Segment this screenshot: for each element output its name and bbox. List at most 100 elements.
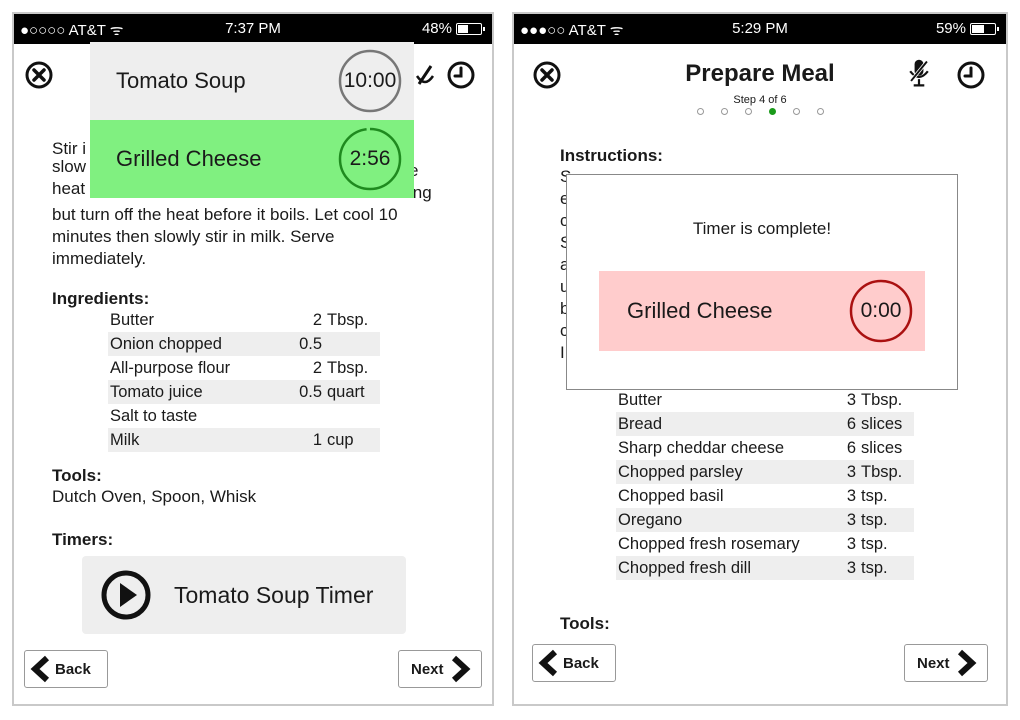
step-dot	[768, 108, 776, 115]
timer-time: 2:56	[349, 147, 391, 170]
ingredient-unit: Tbsp.	[861, 462, 903, 481]
ingredient-qty: 0.5	[299, 334, 322, 353]
ingredient-name: Chopped fresh dill	[618, 558, 751, 577]
timer-name: Grilled Cheese	[627, 298, 773, 323]
timer-name: Tomato Soup	[116, 68, 246, 93]
next-label: Next	[917, 654, 950, 672]
ingredient-unit: cup	[327, 430, 354, 449]
ingredient-unit: slices	[861, 414, 903, 433]
ingredients-table: Butter 2 Tbsp. Onion chopped 0.5 All-purpose …	[108, 308, 380, 452]
chevron-left-icon	[30, 655, 50, 683]
ingredient-row: Chopped basil 3 tsp.	[616, 484, 914, 508]
tools-heading: Tools:	[52, 466, 102, 485]
timer-time: 0:00	[860, 299, 902, 322]
timer-countdown-ring: 2:56	[338, 127, 402, 191]
timer-complete-dialog: Timer is complete! Grilled Cheese 0:00	[566, 174, 958, 390]
instructions-partial-left: Stir i slow heat	[52, 139, 87, 198]
close-circle-icon[interactable]	[24, 60, 54, 90]
clock-time: 5:29 PM	[732, 20, 788, 37]
status-bar: ●●●○○ AT&T ᯤ 5:29 PM 59%	[514, 14, 1006, 44]
ingredient-qty: 6	[846, 414, 856, 433]
back-label: Back	[55, 660, 91, 678]
ingredient-qty: 0.5	[299, 382, 322, 401]
back-button[interactable]: Back	[24, 650, 108, 688]
ingredient-name: Milk	[110, 430, 140, 449]
left-screen: ●○○○○ AT&T ᯤ 7:37 PM 48% Stir i slow hea…	[12, 12, 494, 706]
ingredient-row: Bread 6 slices	[616, 412, 914, 436]
timer-countdown-ring: 0:00	[849, 279, 913, 343]
right-screen: ●●●○○ AT&T ᯤ 5:29 PM 59% Prepare Meal St…	[512, 12, 1008, 706]
step-dot	[744, 108, 752, 115]
tools-heading: Tools:	[560, 614, 610, 633]
ingredient-row: All-purpose flour 2 Tbsp.	[108, 356, 380, 380]
ingredient-unit: slices	[861, 438, 903, 457]
battery-icon	[456, 22, 485, 35]
clock-time: 7:37 PM	[225, 20, 281, 37]
timer-countdown-ring: 10:00	[338, 49, 402, 113]
completed-timer-row[interactable]: Grilled Cheese 0:00	[599, 271, 925, 351]
ingredient-name: Chopped parsley	[618, 462, 743, 481]
ingredient-qty: 2	[312, 358, 322, 377]
timer-time: 10:00	[343, 69, 397, 92]
ingredient-unit: tsp.	[861, 534, 888, 553]
ingredient-qty: 6	[846, 438, 856, 457]
ingredient-qty: 1	[312, 430, 322, 449]
instructions-text: but turn off the heat before it boils. L…	[52, 205, 398, 268]
timer-name: Grilled Cheese	[116, 146, 262, 171]
page-title: Prepare Meal	[685, 60, 835, 87]
ingredient-name: Sharp cheddar cheese	[618, 438, 785, 457]
back-button[interactable]: Back	[532, 644, 616, 682]
ingredient-qty: 3	[846, 462, 856, 481]
step-dot	[696, 108, 704, 115]
battery-percent: 59%	[935, 20, 966, 37]
ingredient-name: Butter	[618, 390, 663, 409]
ingredient-row: Chopped fresh dill 3 tsp.	[616, 556, 914, 580]
ingredient-row: Milk 1 cup	[108, 428, 380, 452]
ingredient-qty: 3	[846, 390, 856, 409]
chevron-right-icon	[451, 655, 470, 683]
ingredient-row: Tomato juice 0.5 quart	[108, 380, 380, 404]
ingredient-name: All-purpose flour	[110, 358, 231, 377]
ingredient-name: Chopped basil	[618, 486, 724, 505]
ingredient-qty: 2	[312, 310, 322, 329]
ingredients-heading: Ingredients:	[52, 289, 150, 308]
ingredient-qty: 3	[846, 486, 856, 505]
ingredient-row: Sharp cheddar cheese 6 slices	[616, 436, 914, 460]
ingredient-name: Salt to taste	[110, 406, 198, 425]
ingredient-qty: 3	[846, 534, 856, 553]
step-dot	[816, 108, 824, 115]
ingredient-row: Butter 2 Tbsp.	[108, 308, 380, 332]
next-label: Next	[411, 660, 444, 678]
status-bar: ●○○○○ AT&T ᯤ 7:37 PM 48%	[14, 14, 492, 44]
battery-percent: 48%	[421, 20, 452, 37]
tools-list: Dutch Oven, Spoon, Whisk	[52, 487, 257, 506]
ingredient-qty: 3	[846, 558, 856, 577]
step-dot	[720, 108, 728, 115]
ingredient-unit: Tbsp.	[861, 390, 903, 409]
battery-icon	[970, 22, 999, 35]
back-label: Back	[563, 654, 599, 672]
ingredient-name: Onion chopped	[110, 334, 222, 353]
timer-overlay-grilled-cheese[interactable]: Grilled Cheese 2:56	[90, 120, 414, 198]
timers-heading: Timers:	[52, 530, 114, 549]
chevron-left-icon	[538, 649, 558, 677]
timer-button-label: Tomato Soup Timer	[174, 581, 374, 608]
tomato-soup-timer-button[interactable]: Tomato Soup Timer	[82, 556, 406, 634]
ingredient-name: Tomato juice	[110, 382, 203, 401]
timer-overlay-tomato-soup[interactable]: Tomato Soup 10:00	[90, 42, 414, 120]
ingredient-row: Onion chopped 0.5	[108, 332, 380, 356]
dialog-message: Timer is complete!	[692, 219, 832, 238]
next-button[interactable]: Next	[398, 650, 482, 688]
ingredient-row: Chopped parsley 3 Tbsp.	[616, 460, 914, 484]
ingredient-unit: Tbsp.	[327, 310, 369, 329]
next-button[interactable]: Next	[904, 644, 988, 682]
ingredient-unit: Tbsp.	[327, 358, 369, 377]
ingredient-name: Chopped fresh rosemary	[618, 534, 800, 553]
ingredient-name: Butter	[110, 310, 155, 329]
step-dot	[792, 108, 800, 115]
ingredient-name: Oregano	[618, 510, 683, 529]
ingredient-row: Butter 3 Tbsp.	[616, 388, 914, 412]
ingredient-row: Salt to taste	[108, 404, 380, 428]
clock-icon[interactable]	[446, 60, 476, 90]
ingredient-name: Bread	[618, 414, 663, 433]
